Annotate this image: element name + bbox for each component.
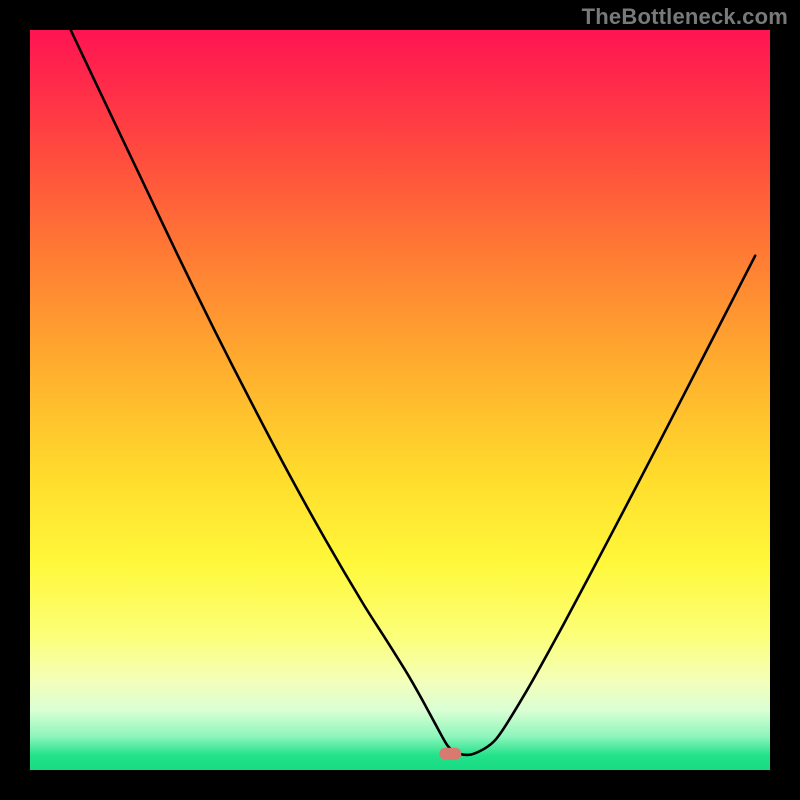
gradient-background <box>30 30 770 770</box>
optimal-marker <box>439 748 461 760</box>
bottleneck-chart <box>0 0 800 800</box>
chart-container: TheBottleneck.com <box>0 0 800 800</box>
watermark-text: TheBottleneck.com <box>582 4 788 30</box>
